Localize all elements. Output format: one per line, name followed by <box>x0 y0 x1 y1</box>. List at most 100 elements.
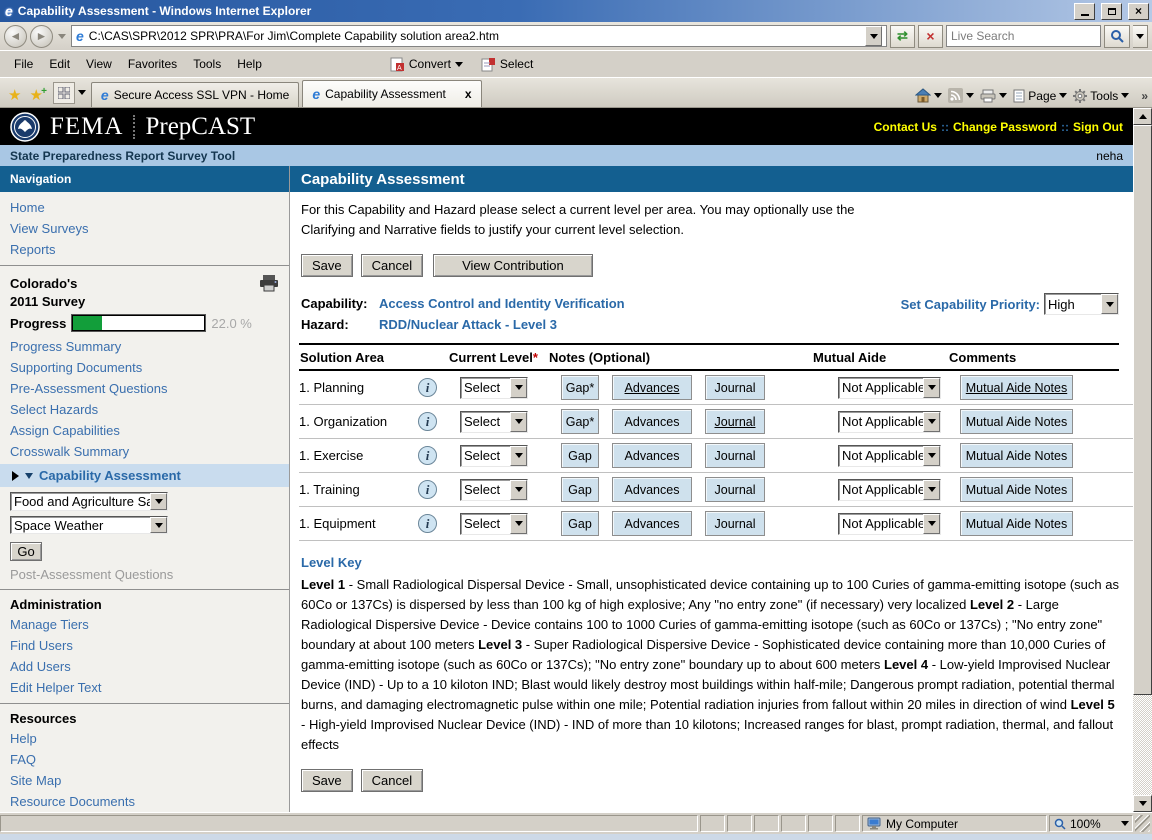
dropdown-arrow-button[interactable] <box>923 412 940 432</box>
sidebar-link[interactable]: Assign Capabilities <box>0 420 289 441</box>
menu-item[interactable]: File <box>6 54 41 74</box>
info-icon[interactable]: i <box>418 446 437 465</box>
toolbar-overflow-chevron[interactable]: » <box>1141 89 1148 103</box>
stop-button[interactable]: × <box>918 25 943 48</box>
close-button[interactable]: × <box>1128 3 1149 20</box>
current-level-select[interactable]: Select <box>460 445 528 467</box>
add-favorite-icon[interactable]: ★+ <box>25 86 46 104</box>
menu-item[interactable]: View <box>78 54 120 74</box>
hazard-select[interactable]: Space Weather <box>10 516 168 535</box>
advances-button[interactable]: Advances <box>612 375 692 400</box>
zoom-control[interactable]: 100% <box>1049 815 1133 832</box>
tab-capability-assessment[interactable]: e Capability Assessment x <box>302 80 481 107</box>
sidebar-link[interactable]: Add Users <box>0 656 289 677</box>
history-dropdown-icon[interactable] <box>58 34 66 39</box>
mutual-aide-select[interactable]: Not Applicable <box>838 445 941 467</box>
sidebar-link[interactable]: Help <box>0 728 289 749</box>
mutual-aide-select[interactable]: Not Applicable <box>838 377 941 399</box>
capability-value-link[interactable]: Access Control and Identity Verification <box>379 293 625 314</box>
save-button[interactable]: Save <box>301 254 353 277</box>
advances-button[interactable]: Advances <box>612 409 692 434</box>
sidebar-link[interactable]: FAQ <box>0 749 289 770</box>
gap-button[interactable]: Gap <box>561 443 599 468</box>
priority-select[interactable]: High <box>1044 293 1119 315</box>
forward-button[interactable]: ► <box>30 25 53 48</box>
dropdown-arrow-button[interactable] <box>150 493 167 510</box>
convert-button[interactable]: Convert <box>409 57 451 71</box>
quick-tabs-button[interactable] <box>53 82 75 104</box>
dropdown-arrow-button[interactable] <box>510 480 527 500</box>
resize-grip[interactable] <box>1135 815 1150 832</box>
current-level-select[interactable]: Select <box>460 377 528 399</box>
address-dropdown-button[interactable] <box>865 26 882 46</box>
change-password-link[interactable]: Change Password <box>953 120 1057 134</box>
dropdown-arrow-button[interactable] <box>150 517 167 534</box>
tab-close-icon[interactable]: x <box>465 87 472 101</box>
print-survey-button[interactable] <box>259 275 279 297</box>
menu-item[interactable]: Tools <box>185 54 229 74</box>
sidebar-link[interactable]: Crosswalk Summary <box>0 441 289 462</box>
save-button[interactable]: Save <box>301 769 353 792</box>
dropdown-arrow-button[interactable] <box>1101 294 1118 314</box>
search-options-button[interactable] <box>1133 25 1148 48</box>
gap-button[interactable]: Gap <box>561 477 599 502</box>
advances-button[interactable]: Advances <box>612 511 692 536</box>
sidebar-link[interactable]: Select Hazards <box>0 399 289 420</box>
mutual-aide-select[interactable]: Not Applicable <box>838 513 941 535</box>
mutual-aide-notes-button[interactable]: Mutual Aide Notes <box>960 375 1073 400</box>
go-button[interactable]: Go <box>10 542 42 561</box>
minimize-button[interactable] <box>1074 3 1095 20</box>
print-button[interactable] <box>980 89 1007 103</box>
menu-item[interactable]: Edit <box>41 54 78 74</box>
dropdown-arrow-button[interactable] <box>923 480 940 500</box>
journal-button[interactable]: Journal <box>705 477 765 502</box>
address-input[interactable]: e C:\CAS\SPR\2012 SPR\PRA\For Jim\Comple… <box>71 25 887 47</box>
advances-button[interactable]: Advances <box>612 443 692 468</box>
feeds-button[interactable] <box>948 88 974 103</box>
restore-button[interactable] <box>1101 3 1122 20</box>
search-button[interactable] <box>1104 25 1130 48</box>
vertical-scrollbar[interactable] <box>1133 108 1152 812</box>
sidebar-link[interactable]: Progress Summary <box>0 336 289 357</box>
advances-button[interactable]: Advances <box>612 477 692 502</box>
mutual-aide-select[interactable]: Not Applicable <box>838 479 941 501</box>
capability-select[interactable]: Food and Agriculture Safety an <box>10 492 168 511</box>
hazard-value-link[interactable]: RDD/Nuclear Attack - Level 3 <box>379 314 557 335</box>
cancel-button[interactable]: Cancel <box>361 769 423 792</box>
dropdown-arrow-button[interactable] <box>510 514 527 534</box>
gap-button[interactable]: Gap* <box>561 375 599 400</box>
journal-button[interactable]: Journal <box>705 511 765 536</box>
select-button[interactable]: Select <box>500 57 533 71</box>
refresh-button[interactable]: ⇄ <box>890 25 915 48</box>
mutual-aide-notes-button[interactable]: Mutual Aide Notes <box>960 409 1073 434</box>
dropdown-arrow-button[interactable] <box>923 514 940 534</box>
info-icon[interactable]: i <box>418 480 437 499</box>
sidebar-link[interactable]: Reports <box>0 239 289 260</box>
dropdown-arrow-button[interactable] <box>510 378 527 398</box>
mutual-aide-notes-button[interactable]: Mutual Aide Notes <box>960 477 1073 502</box>
current-level-select[interactable]: Select <box>460 513 528 535</box>
sidebar-link[interactable]: Manage Tiers <box>0 614 289 635</box>
info-icon[interactable]: i <box>418 378 437 397</box>
favorites-star-icon[interactable]: ★ <box>4 86 25 104</box>
scroll-down-button[interactable] <box>1133 795 1152 812</box>
sidebar-item-capability-assessment[interactable]: Capability Assessment <box>0 464 289 487</box>
tab-ssl-vpn[interactable]: e Secure Access SSL VPN - Home <box>91 82 299 107</box>
info-icon[interactable]: i <box>418 412 437 431</box>
mutual-aide-select[interactable]: Not Applicable <box>838 411 941 433</box>
scrollbar-thumb[interactable] <box>1133 125 1152 695</box>
dropdown-arrow-button[interactable] <box>510 412 527 432</box>
journal-button[interactable]: Journal <box>705 409 765 434</box>
chevron-down-icon[interactable] <box>455 62 463 67</box>
sidebar-link[interactable]: Edit Helper Text <box>0 677 289 698</box>
dropdown-arrow-button[interactable] <box>923 446 940 466</box>
menu-item[interactable]: Favorites <box>120 54 185 74</box>
search-input[interactable]: Live Search <box>946 25 1101 47</box>
mutual-aide-notes-button[interactable]: Mutual Aide Notes <box>960 511 1073 536</box>
gap-button[interactable]: Gap <box>561 511 599 536</box>
tools-menu-button[interactable]: Tools <box>1073 89 1129 103</box>
chevron-down-icon[interactable] <box>1121 821 1129 826</box>
menu-item[interactable]: Help <box>229 54 270 74</box>
dropdown-arrow-button[interactable] <box>923 378 940 398</box>
info-icon[interactable]: i <box>418 514 437 533</box>
